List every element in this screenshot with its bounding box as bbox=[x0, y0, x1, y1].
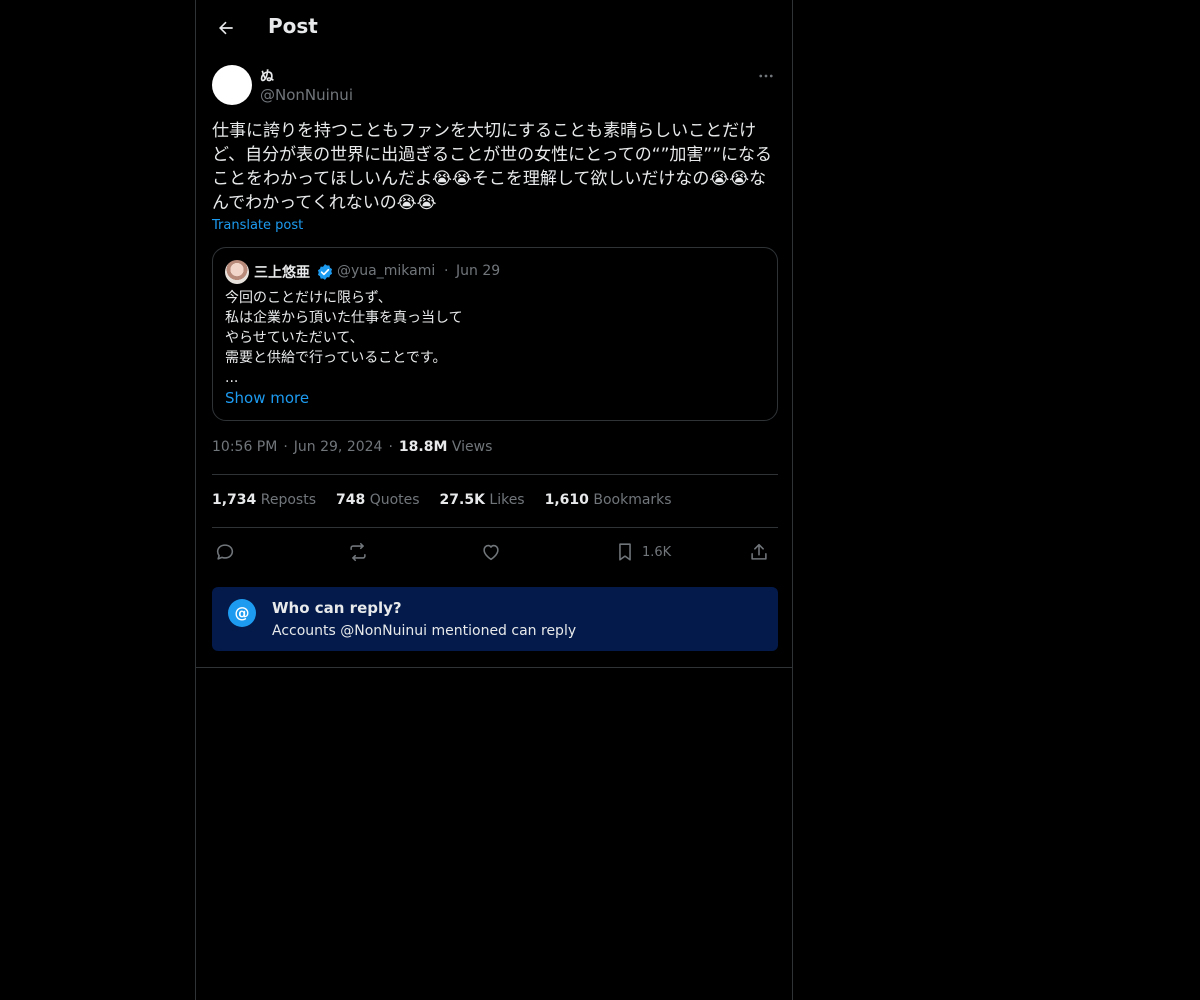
at-sign-icon: @ bbox=[228, 599, 256, 627]
author-display-name[interactable]: ぬ bbox=[260, 66, 274, 86]
quote-text: 今回のことだけに限らず、 私は企業から頂いた仕事を真っ当して やらせていただいて… bbox=[225, 290, 463, 386]
reply-button[interactable] bbox=[214, 538, 236, 566]
stat-bookmarks[interactable]: 1,610 Bookmarks bbox=[545, 492, 672, 508]
stat-reposts[interactable]: 1,734 Reposts bbox=[212, 492, 316, 508]
back-button[interactable] bbox=[208, 10, 244, 46]
page-title: Post bbox=[268, 14, 318, 38]
reply-restriction-title: Who can reply? bbox=[272, 599, 402, 617]
like-button[interactable] bbox=[480, 538, 502, 566]
reply-restriction-subtitle: Accounts @NonNuinui mentioned can reply bbox=[272, 623, 577, 639]
action-bar: 1.6K bbox=[212, 538, 778, 566]
quote-handle: @yua_mikami bbox=[337, 263, 436, 279]
share-icon bbox=[751, 543, 767, 560]
quote-avatar bbox=[225, 260, 249, 284]
reply-icon bbox=[216, 544, 234, 560]
post-time[interactable]: 10:56 PM bbox=[212, 439, 277, 455]
views-label: Views bbox=[451, 439, 493, 455]
bookmark-button[interactable]: 1.6K bbox=[614, 538, 671, 566]
bookmark-count: 1.6K bbox=[642, 544, 672, 560]
post-text: 仕事に誇りを持つこともファンを大切にすることも素晴らしいことだけど、自分が表の世… bbox=[212, 121, 773, 213]
bookmark-icon bbox=[619, 543, 631, 561]
heart-icon bbox=[483, 544, 499, 561]
separator-dot: · bbox=[444, 263, 449, 279]
translate-post-link[interactable]: Translate post bbox=[212, 218, 303, 233]
post-detail-column: Post ぬ @NonNuinui 仕事に誇りを持つこともファンを大切にすること… bbox=[195, 0, 793, 1000]
stat-likes[interactable]: 27.5K Likes bbox=[440, 492, 525, 508]
top-bar: Post bbox=[196, 0, 792, 54]
show-more-link[interactable]: Show more bbox=[225, 389, 309, 407]
share-button[interactable] bbox=[748, 538, 770, 566]
repost-icon bbox=[350, 542, 366, 562]
more-horizontal-icon bbox=[759, 74, 773, 78]
engagement-stats: 1,734 Reposts 748 Quotes 27.5K Likes 1,6… bbox=[212, 492, 778, 508]
divider bbox=[212, 474, 778, 475]
arrow-left-icon bbox=[219, 21, 233, 35]
repost-button[interactable] bbox=[347, 538, 369, 566]
post-author: ぬ @NonNuinui bbox=[212, 64, 778, 108]
post-date[interactable]: Jun 29, 2024 bbox=[294, 439, 383, 455]
quote-date: Jun 29 bbox=[456, 263, 501, 279]
quoted-post[interactable]: 三上悠亜 @yua_mikami · Jun 29 今回のことだけに限らず、 私… bbox=[212, 247, 778, 421]
author-handle[interactable]: @NonNuinui bbox=[260, 86, 353, 104]
more-options-button[interactable] bbox=[754, 64, 778, 88]
views-count: 18.8M bbox=[398, 439, 448, 455]
verified-badge-icon bbox=[317, 264, 333, 280]
divider bbox=[212, 527, 778, 528]
stat-quotes[interactable]: 748 Quotes bbox=[336, 492, 420, 508]
reply-restriction-notice: @ Who can reply? Accounts @NonNuinui men… bbox=[212, 587, 778, 651]
post-metadata: 10:56 PM · Jun 29, 2024 · 18.8M Views bbox=[212, 439, 493, 455]
avatar[interactable] bbox=[212, 65, 252, 105]
divider bbox=[196, 667, 792, 668]
quote-display-name: 三上悠亜 bbox=[254, 265, 310, 281]
